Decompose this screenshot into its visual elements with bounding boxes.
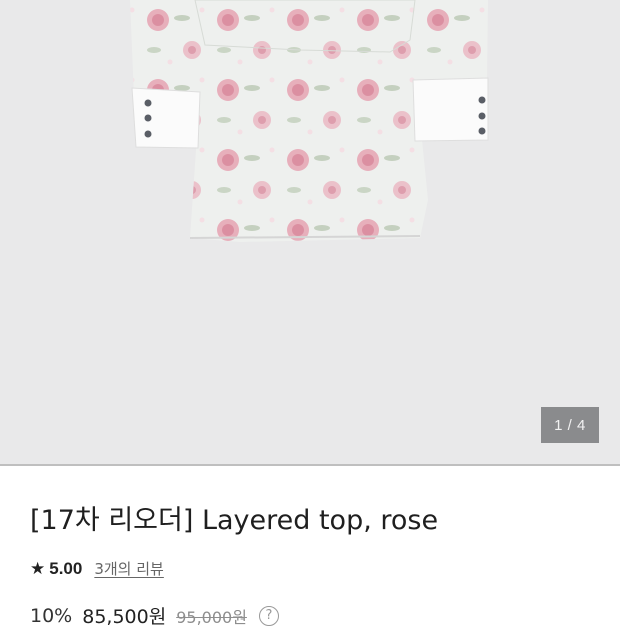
- product-title: [17차 리오더] Layered top, rose: [30, 505, 439, 536]
- image-counter: 1 / 4: [541, 407, 599, 443]
- product-image-gallery[interactable]: 1 / 4: [0, 0, 620, 464]
- star-icon: ★: [30, 558, 46, 578]
- help-icon[interactable]: ?: [258, 605, 279, 626]
- sale-price: 85,500원: [82, 606, 167, 628]
- original-price: 95,000원: [176, 607, 247, 627]
- rating-score: 5.00: [49, 558, 83, 578]
- gallery-divider: [0, 464, 620, 466]
- product-image[interactable]: [0, 0, 620, 464]
- price-row: 10% 85,500원 95,000원 ?: [30, 602, 279, 629]
- review-count-link[interactable]: 3개의 리뷰: [94, 558, 164, 579]
- rating-row: ★ 5.00 3개의 리뷰: [30, 558, 164, 579]
- discount-rate: 10%: [30, 604, 73, 627]
